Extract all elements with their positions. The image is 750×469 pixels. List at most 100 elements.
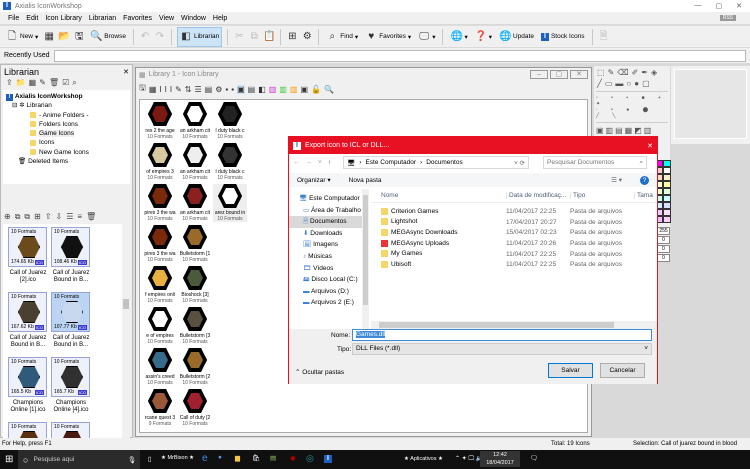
line-tool-icon[interactable]: ╱ bbox=[597, 79, 602, 88]
bg-color2-icon[interactable]: ▥ bbox=[279, 85, 287, 94]
hide-folders-toggle[interactable]: ⌃ Ocultar pastas bbox=[295, 368, 344, 376]
menu-file[interactable]: File bbox=[8, 15, 19, 22]
library-icon-item[interactable]: arez bound in 10 Formats bbox=[213, 184, 247, 222]
file-row[interactable]: Criterion Games 11/04/2017 22:25 Pasta de … bbox=[371, 206, 657, 217]
open-icon[interactable]: 📂 bbox=[58, 31, 70, 43]
nav-item[interactable]: 🗎 Documentos bbox=[289, 216, 362, 228]
export-icon[interactable]: ⊕ bbox=[4, 212, 11, 224]
library-restore-button[interactable]: ▢ bbox=[550, 70, 568, 79]
menu-librarian[interactable]: Librarian bbox=[89, 15, 116, 22]
web-button[interactable]: 🌐 ▾ bbox=[448, 28, 469, 46]
library-icon-item[interactable]: pires 3 the wa 10 Formats bbox=[143, 184, 177, 222]
library-icon-item[interactable]: Bulletstorm [3 10 Formats bbox=[178, 307, 212, 345]
library-icon-item[interactable]: Bulletstorm [2 10 Formats bbox=[178, 348, 212, 386]
new-library-icon[interactable]: ▦ bbox=[29, 78, 37, 90]
delete-icon[interactable]: 🗑 bbox=[49, 78, 59, 90]
file-explorer-icon[interactable]: ▆ bbox=[235, 454, 240, 462]
tree-folder[interactable]: Icons bbox=[6, 138, 127, 147]
find-button[interactable]: ⌕ Find ▾ bbox=[324, 28, 360, 46]
filled-ellipse-tool-icon[interactable]: ● bbox=[634, 79, 639, 88]
green-value[interactable]: 0 bbox=[657, 245, 670, 253]
fill-tool-icon[interactable]: ◈ bbox=[651, 68, 657, 77]
menu-edit[interactable]: Edit bbox=[26, 15, 38, 22]
bg-white-icon[interactable]: ◧ bbox=[258, 85, 266, 94]
taskbar-search[interactable]: ○ Pesquise aqui 🎙 bbox=[18, 450, 140, 469]
palette-swatch[interactable] bbox=[663, 195, 671, 202]
library-icon-item[interactable]: l duty black c 10 Formats bbox=[213, 102, 247, 140]
forward-icon[interactable]: → bbox=[306, 159, 313, 166]
rss-button[interactable]: RSS bbox=[719, 15, 736, 21]
filename-input[interactable]: Games.dll bbox=[352, 329, 652, 341]
remove-icon[interactable]: I bbox=[170, 85, 172, 94]
menu-view[interactable]: View bbox=[159, 15, 174, 22]
clock[interactable]: 12:42 18/04/2017 bbox=[480, 451, 520, 467]
palette-swatch[interactable] bbox=[663, 181, 671, 188]
details-icon[interactable]: ▤ bbox=[248, 85, 256, 94]
close-panel-icon[interactable]: ✕ bbox=[123, 68, 129, 76]
save-button[interactable]: Salvar bbox=[548, 363, 593, 378]
sort-icon[interactable]: ⇅ bbox=[185, 85, 192, 94]
gradient-tools[interactable]: ▣▥▤▦◩▥ bbox=[596, 122, 668, 135]
stock-icons-button[interactable]: I Stock Icons bbox=[539, 28, 587, 46]
sort-icon[interactable]: ☰ bbox=[66, 212, 73, 224]
delete-icon[interactable]: 🗑 bbox=[86, 212, 96, 224]
task-view-icon[interactable]: ▯ bbox=[148, 455, 152, 463]
filled-rect-tool-icon[interactable]: ▬ bbox=[615, 79, 623, 88]
menu-window[interactable]: Window bbox=[181, 15, 206, 22]
close-button[interactable]: ✕ bbox=[736, 2, 742, 10]
organize-button[interactable]: Organizar ▾ bbox=[297, 176, 331, 184]
start-button[interactable]: ⊞ bbox=[5, 454, 13, 465]
library-icon-item[interactable]: of empires 3 10 Formats bbox=[143, 143, 177, 181]
library-icon-item[interactable]: Bulletstorm [1 10 Formats bbox=[178, 225, 212, 263]
lock-icon[interactable]: 🔓 bbox=[311, 85, 321, 94]
red-value[interactable]: 0 bbox=[657, 236, 670, 244]
palette-swatch[interactable] bbox=[663, 167, 671, 174]
move-up-icon[interactable]: ⇧ bbox=[45, 212, 52, 224]
paste-icon[interactable]: ⧉ bbox=[24, 212, 30, 224]
column-date[interactable]: Data de modificaç... bbox=[506, 192, 570, 199]
monitor-button[interactable]: 🖵 ▾ bbox=[416, 28, 437, 46]
brush-tool-icon[interactable]: ✐ bbox=[632, 68, 639, 77]
copy-icon[interactable]: ⧉ bbox=[248, 31, 260, 43]
redo-icon[interactable]: ↷ bbox=[154, 31, 166, 43]
tree-root[interactable]: I Axialis IconWorkshop bbox=[6, 92, 127, 101]
paste-icon[interactable]: 📋 bbox=[263, 31, 275, 43]
new-folder-button[interactable]: Nova pasta bbox=[349, 177, 382, 184]
file-row[interactable]: Lightshot 17/04/2017 20:27 Pasta de arquiv… bbox=[371, 217, 657, 228]
library-icon-item[interactable]: an arkham cit 10 Formats bbox=[178, 143, 212, 181]
bg-color3-icon[interactable]: ▥ bbox=[290, 85, 298, 94]
select-tool-icon[interactable]: ⬚ bbox=[597, 68, 605, 77]
file-row[interactable]: MEGAsync Uploads 11/04/2017 20:26 Pasta de… bbox=[371, 238, 657, 249]
add-icon[interactable]: I bbox=[165, 85, 167, 94]
view-icon[interactable]: ≡ bbox=[77, 212, 82, 224]
up-icon[interactable]: ↑ bbox=[328, 159, 331, 166]
properties-icon[interactable]: ☑ bbox=[62, 78, 69, 90]
thumbnail-item[interactable]: 10 Formats 165.7 Kb ICO bbox=[51, 357, 90, 397]
new-library-icon[interactable]: ▦ bbox=[43, 31, 55, 43]
palette-swatch[interactable] bbox=[663, 209, 671, 216]
rename-icon[interactable]: ✎ bbox=[39, 78, 46, 90]
tree-folder[interactable]: Game Icons bbox=[6, 129, 127, 138]
export-icon[interactable]: ▤ bbox=[205, 85, 213, 94]
nav-item[interactable]: 🖼 Imagens bbox=[289, 239, 362, 251]
rename-icon[interactable]: ✎ bbox=[175, 85, 182, 94]
thumbnail-item[interactable]: 10 Formats 167.62 Kb ICO bbox=[8, 292, 47, 332]
library-icon-item[interactable]: an arkham cit 10 Formats bbox=[178, 102, 212, 140]
menu-favorites[interactable]: Favorites bbox=[123, 15, 152, 22]
file-row[interactable]: Ubisoft 11/04/2017 22:25 Pasta de arquivos bbox=[371, 259, 657, 270]
notifications-icon[interactable]: 🗨 bbox=[530, 454, 538, 462]
bg-color-icon[interactable]: ▥ bbox=[269, 85, 277, 94]
splitter[interactable] bbox=[1, 184, 132, 212]
pencil-tool-icon[interactable]: ✎ bbox=[608, 68, 615, 77]
library-icon-item[interactable]: res 2 the age 10 Formats bbox=[143, 102, 177, 140]
palette-swatch[interactable] bbox=[663, 160, 671, 167]
iconworkshop-taskbar-icon[interactable]: I bbox=[324, 455, 332, 463]
address-bar[interactable]: 🖥 › Este Computador › Documentos ˅ ⟳ bbox=[343, 156, 529, 169]
library-icon-item[interactable]: Call of duty [2 10 Formats bbox=[178, 389, 212, 427]
gear-icon[interactable]: ⚙ bbox=[301, 31, 313, 43]
column-type[interactable]: Tipo bbox=[570, 192, 634, 199]
thumbnails-scrollbar[interactable] bbox=[122, 224, 130, 449]
add-icon[interactable]: ▦ bbox=[149, 85, 157, 94]
update-button[interactable]: 🌐 Update bbox=[497, 28, 536, 46]
library-minimize-button[interactable]: – bbox=[530, 70, 548, 79]
